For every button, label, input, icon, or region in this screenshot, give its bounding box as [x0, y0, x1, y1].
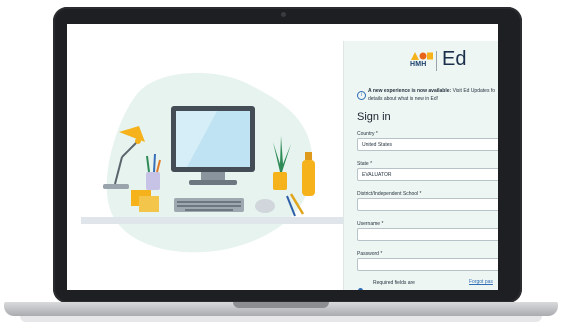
- state-label: State *: [357, 161, 373, 167]
- country-select[interactable]: United States: [357, 138, 498, 151]
- screen: HMH Ed i A new experience is now availab…: [67, 24, 498, 290]
- password-label: Password *: [357, 251, 383, 257]
- info-icon: i: [357, 91, 366, 100]
- notice-banner: A new experience is now available: Visit…: [368, 87, 498, 103]
- username-label: Username *: [357, 221, 384, 227]
- ed-wordmark: Ed: [442, 48, 467, 70]
- webcam: [281, 12, 286, 17]
- required-fields-note: Required fields are: [373, 280, 415, 286]
- desk: [81, 217, 343, 224]
- country-label: Country *: [357, 131, 378, 137]
- notice-link-text[interactable]: Visit Ed Updates fo: [451, 88, 495, 94]
- signin-panel: HMH Ed i A new experience is now availab…: [343, 41, 498, 290]
- hmh-ed-logo: HMH Ed: [410, 48, 496, 73]
- laptop-notch: [233, 302, 329, 308]
- state-select[interactable]: EVALUATOR: [357, 168, 498, 181]
- username-field[interactable]: [357, 228, 498, 241]
- district-label: District/Independent School *: [357, 191, 422, 197]
- desk-illustration: [81, 72, 343, 253]
- logo-divider: [436, 51, 437, 71]
- mouse-icon: [255, 199, 275, 213]
- notice-bold: A new experience is now available:: [368, 88, 452, 94]
- hero-illustration: [67, 24, 343, 290]
- forgot-password-link[interactable]: Forgot pas: [469, 279, 493, 285]
- password-field[interactable]: [357, 258, 498, 271]
- hmh-wordmark: HMH: [410, 61, 427, 68]
- status-dot-icon: [358, 288, 363, 290]
- page-title: Sign in: [357, 111, 391, 123]
- hmh-shapes-icon: [411, 52, 433, 60]
- district-field[interactable]: [357, 198, 498, 211]
- notice-line2: details about what is new in Ed!: [368, 96, 439, 102]
- keyboard-icon: [174, 198, 244, 212]
- laptop-shadow: [20, 316, 542, 322]
